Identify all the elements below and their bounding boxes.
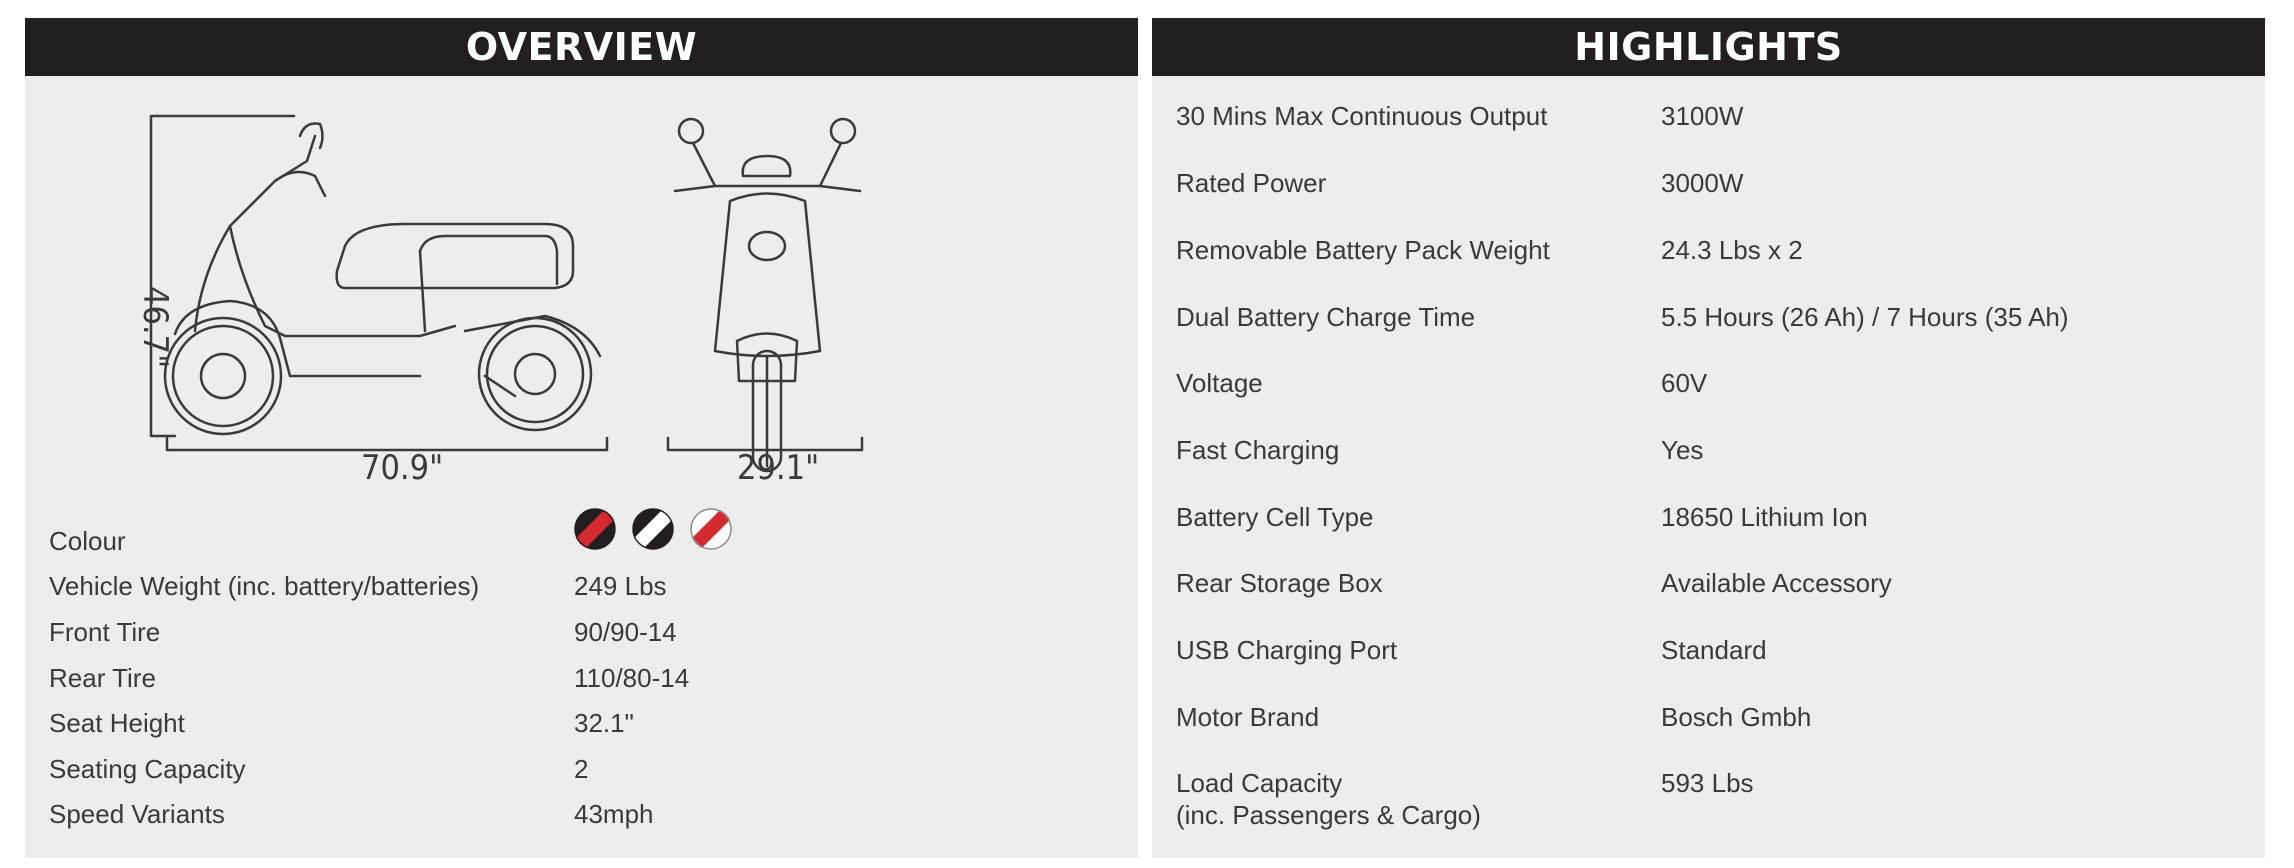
highlight-label: Rear Storage Box xyxy=(1176,568,1383,598)
highlight-label: Fast Charging xyxy=(1176,435,1340,465)
highlights-header: HIGHLIGHTS xyxy=(1152,18,2265,76)
highlight-sublabel: (inc. Passengers & Cargo) xyxy=(1176,800,1481,830)
highlight-value: Yes xyxy=(1661,435,1704,465)
scooter-line-art xyxy=(149,114,864,473)
highlight-label: 30 Mins Max Continuous Output xyxy=(1176,101,1548,131)
highlight-value: 593 Lbs xyxy=(1661,768,1754,798)
spec-label: Seating Capacity xyxy=(49,754,246,784)
spec-row-seat-height: Seat Height 32.1" xyxy=(25,708,1138,748)
swatch-white-red[interactable] xyxy=(690,508,732,550)
spec-value: 2 xyxy=(574,754,589,784)
width-dimension-label: 29.1" xyxy=(737,448,820,488)
spec-label: Seat Height xyxy=(49,708,185,738)
highlight-value: Bosch Gmbh xyxy=(1661,702,1812,732)
highlight-value: 5.5 Hours (26 Ah) / 7 Hours (35 Ah) xyxy=(1661,302,2069,332)
colour-swatches xyxy=(574,508,732,550)
scooter-front-view xyxy=(673,117,862,473)
spec-row-front-tire: Front Tire 90/90-14 xyxy=(25,617,1138,657)
spec-label: Front Tire xyxy=(49,617,161,647)
highlight-label: Motor Brand xyxy=(1176,702,1320,732)
highlights-panel: HIGHLIGHTS 30 Mins Max Continuous Output… xyxy=(1152,18,2265,858)
height-dimension-label: 46.7" xyxy=(135,286,175,369)
spec-value: 32.1" xyxy=(574,708,634,738)
scooter-side-view xyxy=(163,122,602,436)
highlight-label: Load Capacity xyxy=(1176,768,1343,798)
highlight-value: Available Accessory xyxy=(1661,568,1892,598)
highlight-label: Battery Cell Type xyxy=(1176,502,1374,532)
highlight-label: Dual Battery Charge Time xyxy=(1176,302,1476,332)
spec-row-speed-variants: Speed Variants 43mph xyxy=(25,799,1138,839)
highlight-label: USB Charging Port xyxy=(1176,635,1398,665)
spec-label: Speed Variants xyxy=(49,799,225,829)
swatch-black-white[interactable] xyxy=(632,508,674,550)
spec-value: 249 Lbs xyxy=(574,571,667,601)
spec-label: Rear Tire xyxy=(49,663,156,693)
highlight-label: Removable Battery Pack Weight xyxy=(1176,235,1550,265)
highlight-label: Rated Power xyxy=(1176,168,1327,198)
overview-panel: OVERVIEW 70.9" 29.1" 46.7" Colour Vehicl… xyxy=(25,18,1138,858)
highlight-value: 3000W xyxy=(1661,168,1744,198)
spec-row-colour: Colour xyxy=(25,508,1138,566)
spec-value: 90/90-14 xyxy=(574,617,677,647)
spec-value: 110/80-14 xyxy=(574,663,690,693)
spec-label: Vehicle Weight (inc. battery/batteries) xyxy=(49,571,480,601)
highlight-value: 3100W xyxy=(1661,101,1744,131)
overview-header: OVERVIEW xyxy=(25,18,1138,76)
spec-row-rear-tire: Rear Tire 110/80-14 xyxy=(25,663,1138,703)
spec-row-seating-capacity: Seating Capacity 2 xyxy=(25,754,1138,794)
highlight-value: 60V xyxy=(1661,368,1708,398)
spec-label: Colour xyxy=(49,526,126,556)
highlight-value: 18650 Lithium Ion xyxy=(1661,502,1868,532)
swatch-red-black[interactable] xyxy=(574,508,616,550)
spec-row-vehicle-weight: Vehicle Weight (inc. battery/batteries) … xyxy=(25,571,1138,611)
length-dimension-label: 70.9" xyxy=(361,448,444,488)
spec-value: 43mph xyxy=(574,799,654,829)
highlight-value: 24.3 Lbs x 2 xyxy=(1661,235,1803,265)
highlight-label: Voltage xyxy=(1176,368,1263,398)
scooter-dimension-drawing: 70.9" 29.1" 46.7" xyxy=(25,76,1138,506)
highlight-value: Standard xyxy=(1661,635,1767,665)
